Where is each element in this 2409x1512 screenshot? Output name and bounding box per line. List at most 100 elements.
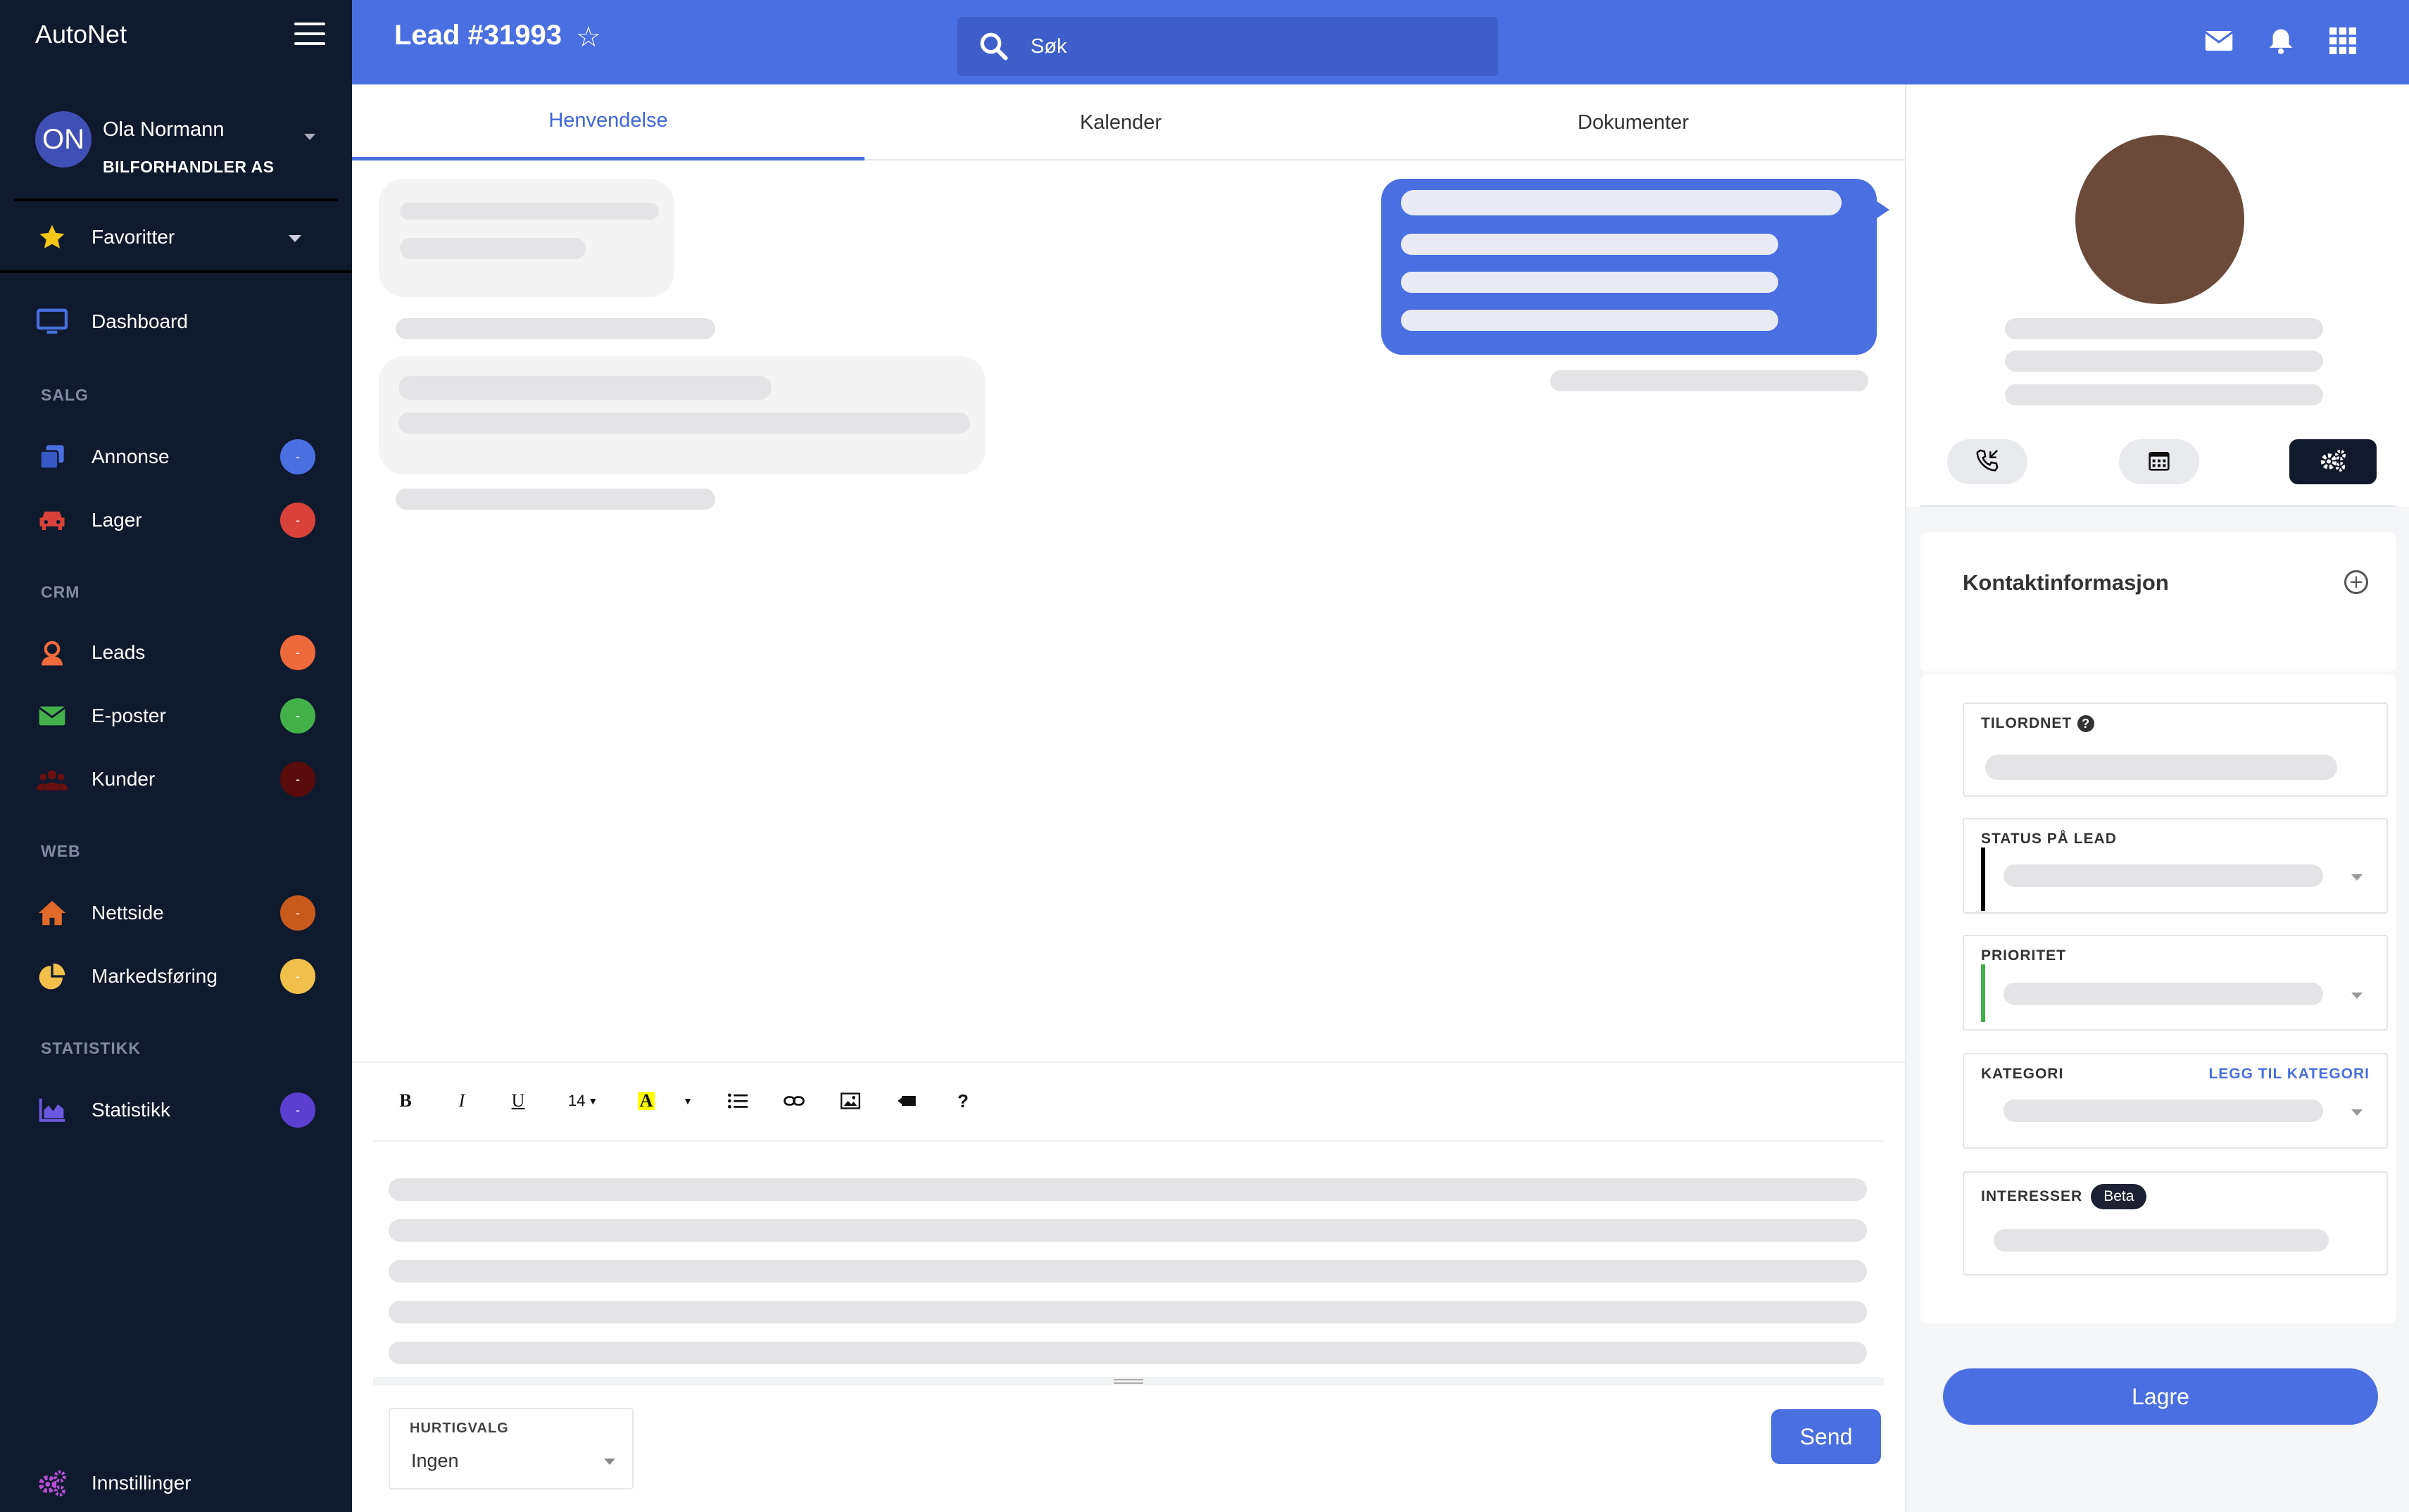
- skeleton-line: [1985, 755, 2337, 780]
- count-badge: -: [280, 439, 315, 474]
- skeleton-line: [1401, 190, 1842, 215]
- count-badge: -: [280, 895, 315, 931]
- sidebar-item-nettside[interactable]: Nettside -: [0, 888, 338, 938]
- chevron-down-icon: [604, 1459, 615, 1465]
- skeleton-line: [389, 1260, 1867, 1283]
- mail-icon[interactable]: [2202, 24, 2236, 58]
- sidebar-item-markedsforing[interactable]: Markedsføring -: [0, 952, 338, 1001]
- category-select[interactable]: KATEGORI LEGG TIL KATEGORI: [1963, 1053, 2388, 1149]
- add-circle-icon[interactable]: +: [2344, 570, 2368, 594]
- home-icon: [37, 897, 68, 928]
- copy-icon: [37, 441, 68, 472]
- sidebar-item-label: Nettside: [92, 902, 164, 924]
- underline-button[interactable]: U: [501, 1084, 535, 1118]
- tab-dokumenter[interactable]: Dokumenter: [1377, 84, 1889, 160]
- search-bar[interactable]: [957, 17, 1498, 76]
- star-outline-icon[interactable]: ☆: [576, 21, 601, 53]
- skeleton-line: [2004, 864, 2323, 887]
- sidebar-item-e-poster[interactable]: E-poster -: [0, 691, 338, 741]
- chevron-down-icon: [289, 235, 301, 242]
- sidebar-item-lager[interactable]: Lager -: [0, 496, 338, 545]
- font-size-value: 14: [567, 1092, 586, 1109]
- skeleton-line: [2004, 983, 2323, 1005]
- help-icon[interactable]: ?: [946, 1084, 980, 1118]
- sidebar-item-dashboard[interactable]: Dashboard: [0, 297, 338, 346]
- sidebar-item-leads[interactable]: Leads -: [0, 628, 338, 677]
- priority-select[interactable]: PRIORITET: [1963, 935, 2388, 1031]
- user-headset-icon: [37, 637, 68, 668]
- area-chart-icon: [37, 1095, 68, 1126]
- video-icon[interactable]: [890, 1084, 924, 1118]
- quick-reply-value: Ingen: [411, 1450, 459, 1471]
- search-icon: [979, 31, 1009, 62]
- avatar: ON: [35, 111, 92, 168]
- gears-icon: [37, 1468, 68, 1499]
- sidebar: AutoNet ON Ola Normann BILFORHANDLER AS …: [0, 0, 352, 1512]
- sidebar-item-favorites[interactable]: Favoritter: [0, 213, 338, 262]
- calendar-button[interactable]: [2119, 439, 2199, 484]
- sidebar-item-label: Statistikk: [92, 1099, 171, 1121]
- sidebar-item-innstillinger[interactable]: Innstillinger: [0, 1459, 338, 1508]
- link-icon[interactable]: [777, 1084, 811, 1118]
- interests-field[interactable]: INTERESSER Beta: [1963, 1171, 2388, 1275]
- add-category-link[interactable]: LEGG TIL KATEGORI: [2208, 1066, 2370, 1083]
- contact-info-title: Kontaktinformasjon: [1963, 570, 2169, 595]
- lead-status-select[interactable]: STATUS PÅ LEAD: [1963, 818, 2388, 914]
- image-icon[interactable]: [834, 1084, 867, 1118]
- sidebar-item-label: Dashboard: [92, 310, 188, 332]
- skeleton-line: [2005, 318, 2323, 339]
- count-badge: -: [280, 635, 315, 670]
- count-badge: -: [280, 959, 315, 994]
- call-button[interactable]: [1947, 439, 2027, 484]
- sidebar-item-label: Lager: [92, 509, 142, 531]
- italic-button[interactable]: I: [445, 1084, 479, 1118]
- settings-button[interactable]: [2289, 439, 2377, 484]
- user-profile-menu[interactable]: ON Ola Normann BILFORHANDLER AS: [0, 97, 338, 200]
- bubble-tail: [1877, 201, 1889, 218]
- text-color-button[interactable]: A: [629, 1084, 663, 1118]
- calendar-icon: [2148, 449, 2170, 475]
- search-input[interactable]: [1031, 28, 1467, 65]
- lead-profile: [1906, 84, 2409, 507]
- color-dropdown-caret[interactable]: ▼: [677, 1084, 698, 1118]
- skeleton-line: [398, 376, 772, 400]
- star-icon: [37, 222, 68, 253]
- sidebar-item-kunder[interactable]: Kunder -: [0, 755, 338, 804]
- priority-label: PRIORITET: [1981, 947, 2067, 964]
- skeleton-line: [1994, 1229, 2329, 1252]
- sidebar-item-statistikk[interactable]: Statistikk -: [0, 1085, 338, 1135]
- apps-grid-icon[interactable]: [2326, 24, 2360, 58]
- section-title: SALG: [41, 386, 89, 404]
- lead-fields-card: TILORDNET? STATUS PÅ LEAD PRIORITET KATE…: [1920, 674, 2396, 1323]
- bullet-list-icon[interactable]: [721, 1084, 755, 1118]
- skeleton-line: [389, 1342, 1867, 1364]
- font-size-dropdown[interactable]: 14 ▼: [562, 1084, 604, 1118]
- question-icon[interactable]: ?: [2077, 715, 2095, 732]
- divider: [14, 199, 338, 201]
- assigned-label: TILORDNET?: [1981, 715, 2095, 732]
- assigned-field[interactable]: TILORDNET?: [1963, 703, 2388, 797]
- brand-logo[interactable]: AutoNet: [35, 20, 127, 49]
- skeleton-line: [1401, 272, 1778, 293]
- lead-details-panel: Kontaktinformasjon + TILORDNET? STATUS P…: [1905, 84, 2409, 1512]
- menu-toggle-icon[interactable]: [294, 23, 325, 48]
- save-button[interactable]: Lagre: [1943, 1368, 2378, 1425]
- bold-button[interactable]: B: [389, 1084, 422, 1118]
- tab-henvendelse[interactable]: Henvendelse: [352, 84, 864, 160]
- bell-icon[interactable]: [2264, 24, 2298, 58]
- profile-avatar: [2075, 135, 2244, 304]
- editor-text-area[interactable]: [373, 1142, 1884, 1394]
- resize-handle[interactable]: [1114, 1377, 1143, 1385]
- count-badge: -: [280, 503, 315, 538]
- contact-info-card: Kontaktinformasjon +: [1920, 532, 2396, 672]
- user-name: Ola Normann: [103, 118, 225, 141]
- lead-status-label: STATUS PÅ LEAD: [1981, 831, 2117, 847]
- skeleton-timestamp: [396, 318, 715, 339]
- quick-reply-select[interactable]: HURTIGVALG Ingen: [389, 1408, 634, 1489]
- skeleton-timestamp: [396, 489, 715, 510]
- send-button[interactable]: Send: [1771, 1409, 1881, 1464]
- sidebar-item-annonse[interactable]: Annonse -: [0, 432, 338, 481]
- skeleton-line: [400, 238, 586, 259]
- gears-icon: [2318, 448, 2348, 476]
- tab-kalender[interactable]: Kalender: [864, 84, 1377, 160]
